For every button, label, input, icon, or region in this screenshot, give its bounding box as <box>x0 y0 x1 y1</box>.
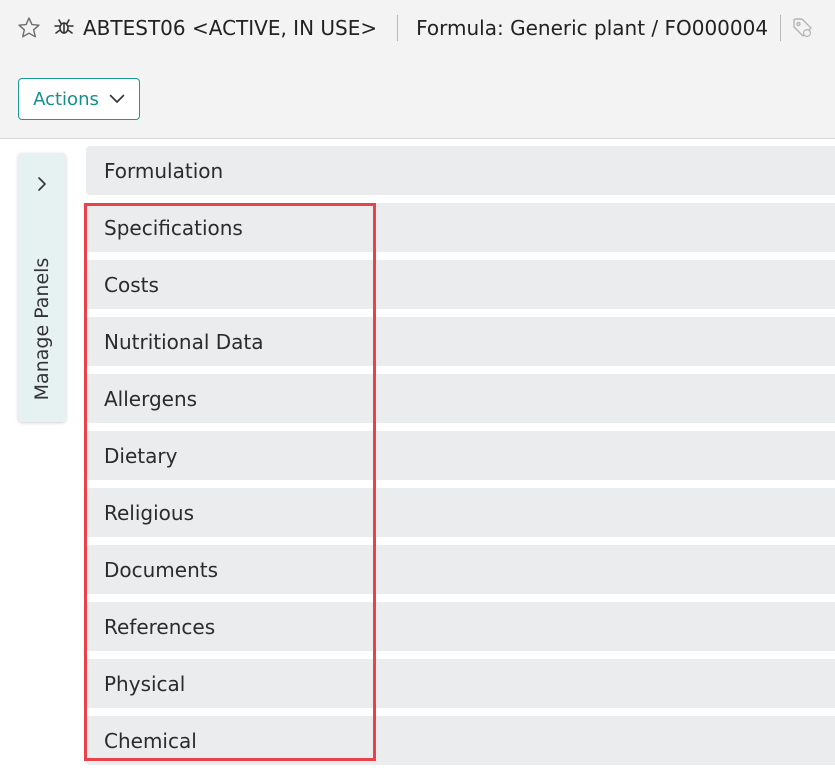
manage-panels-toggle[interactable]: Manage Panels <box>18 153 66 422</box>
divider <box>397 15 399 41</box>
panel-label: Documents <box>104 557 219 582</box>
star-icon[interactable] <box>16 15 42 41</box>
panel-allergens[interactable]: Allergens <box>86 374 835 423</box>
title-row: ABTEST06 <ACTIVE, IN USE> Formula: Gener… <box>16 11 815 45</box>
actions-button[interactable]: Actions <box>18 78 140 120</box>
panel-label: Physical <box>104 671 186 696</box>
panel-label: Specifications <box>104 215 243 240</box>
panel-label: Dietary <box>104 443 178 468</box>
panel-chemical[interactable]: Chemical <box>86 716 835 765</box>
panel-label: Religious <box>104 500 194 525</box>
panel-list: Formulation Specifications Costs Nutriti… <box>86 146 835 773</box>
panel-religious[interactable]: Religious <box>86 488 835 537</box>
panel-references[interactable]: References <box>86 602 835 651</box>
panel-nutritional-data[interactable]: Nutritional Data <box>86 317 835 366</box>
panel-label: Allergens <box>104 386 198 411</box>
record-title: ABTEST06 <ACTIVE, IN USE> <box>83 16 378 40</box>
formula-label: Formula: Generic plant / FO000004 <box>416 16 769 40</box>
panel-specifications[interactable]: Specifications <box>86 203 835 252</box>
panel-documents[interactable]: Documents <box>86 545 835 594</box>
tag-icon[interactable] <box>791 16 815 40</box>
panel-costs[interactable]: Costs <box>86 260 835 309</box>
divider <box>780 15 782 41</box>
actions-label: Actions <box>33 88 99 110</box>
panel-physical[interactable]: Physical <box>86 659 835 708</box>
panel-label: Formulation <box>104 158 224 183</box>
panel-formulation[interactable]: Formulation <box>86 146 835 195</box>
panel-label: Costs <box>104 272 159 297</box>
bug-icon <box>52 15 76 41</box>
record-header: ABTEST06 <ACTIVE, IN USE> Formula: Gener… <box>0 0 835 139</box>
panel-label: References <box>104 614 216 639</box>
panel-label: Nutritional Data <box>104 329 264 354</box>
chevron-right-icon[interactable] <box>35 175 49 193</box>
manage-panels-label: Manage Panels <box>31 257 53 401</box>
chevron-down-icon <box>109 94 125 104</box>
panel-dietary[interactable]: Dietary <box>86 431 835 480</box>
panel-label: Chemical <box>104 728 197 753</box>
